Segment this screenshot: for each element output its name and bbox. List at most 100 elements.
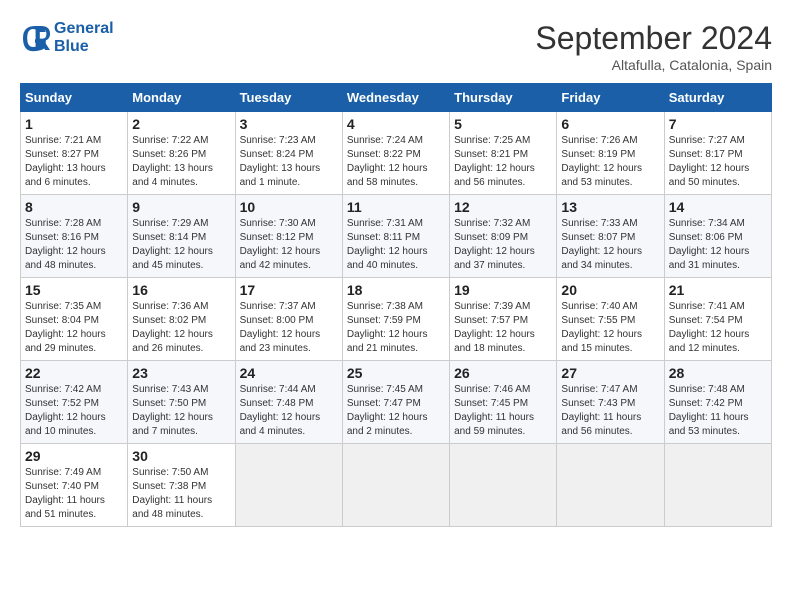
cell-info: Sunrise: 7:25 AMSunset: 8:21 PMDaylight:… — [454, 134, 552, 190]
day-number: 13 — [561, 199, 659, 215]
day-number: 16 — [132, 282, 230, 298]
calendar-cell: 26Sunrise: 7:46 AMSunset: 7:45 PMDayligh… — [450, 361, 557, 444]
calendar-cell: 30Sunrise: 7:50 AMSunset: 7:38 PMDayligh… — [128, 444, 235, 527]
cell-info: Sunrise: 7:30 AMSunset: 8:12 PMDaylight:… — [240, 217, 338, 273]
logo: General Blue — [20, 20, 114, 56]
day-number: 28 — [669, 365, 767, 381]
cell-info: Sunrise: 7:45 AMSunset: 7:47 PMDaylight:… — [347, 383, 445, 439]
header-sunday: Sunday — [21, 84, 128, 112]
cell-info: Sunrise: 7:49 AMSunset: 7:40 PMDaylight:… — [25, 466, 123, 522]
title-area: September 2024 Altafulla, Catalonia, Spa… — [535, 20, 772, 73]
day-number: 14 — [669, 199, 767, 215]
cell-info: Sunrise: 7:26 AMSunset: 8:19 PMDaylight:… — [561, 134, 659, 190]
header-wednesday: Wednesday — [342, 84, 449, 112]
calendar-cell — [342, 444, 449, 527]
day-number: 19 — [454, 282, 552, 298]
cell-info: Sunrise: 7:43 AMSunset: 7:50 PMDaylight:… — [132, 383, 230, 439]
calendar-cell: 12Sunrise: 7:32 AMSunset: 8:09 PMDayligh… — [450, 195, 557, 278]
calendar-cell — [450, 444, 557, 527]
cell-info: Sunrise: 7:27 AMSunset: 8:17 PMDaylight:… — [669, 134, 767, 190]
page-header: General Blue September 2024 Altafulla, C… — [20, 20, 772, 73]
calendar-cell: 24 Sunrise: 7:44 AMSunset: 7:48 PMDayligh… — [235, 361, 342, 444]
calendar-cell: 17 Sunrise: 7:37 AMSunset: 8:00 PMDayligh… — [235, 278, 342, 361]
cell-info: Sunrise: 7:23 AMSunset: 8:24 PMDaylight:… — [240, 134, 338, 190]
day-number: 30 — [132, 448, 230, 464]
calendar-cell: 27Sunrise: 7:47 AMSunset: 7:43 PMDayligh… — [557, 361, 664, 444]
calendar-cell — [557, 444, 664, 527]
week-row-2: 8 Sunrise: 7:28 AMSunset: 8:16 PMDaylight… — [21, 195, 772, 278]
week-row-3: 15 Sunrise: 7:35 AMSunset: 8:04 PMDayligh… — [21, 278, 772, 361]
cell-info: Sunrise: 7:21 AMSunset: 8:27 PMDaylight:… — [25, 134, 123, 190]
cell-info: Sunrise: 7:22 AMSunset: 8:26 PMDaylight:… — [132, 134, 230, 190]
calendar-cell: 14 Sunrise: 7:34 AMSunset: 8:06 PMDayligh… — [664, 195, 771, 278]
day-number: 22 — [25, 365, 123, 381]
calendar-cell: 3 Sunrise: 7:23 AMSunset: 8:24 PMDaylight… — [235, 112, 342, 195]
calendar-cell: 25Sunrise: 7:45 AMSunset: 7:47 PMDayligh… — [342, 361, 449, 444]
calendar-cell: 4 Sunrise: 7:24 AMSunset: 8:22 PMDaylight… — [342, 112, 449, 195]
day-number: 9 — [132, 199, 230, 215]
cell-info: Sunrise: 7:34 AMSunset: 8:06 PMDaylight:… — [669, 217, 767, 273]
calendar-cell: 5 Sunrise: 7:25 AMSunset: 8:21 PMDaylight… — [450, 112, 557, 195]
calendar-cell: 18 Sunrise: 7:38 AMSunset: 7:59 PMDayligh… — [342, 278, 449, 361]
cell-info: Sunrise: 7:42 AMSunset: 7:52 PMDaylight:… — [25, 383, 123, 439]
header-thursday: Thursday — [450, 84, 557, 112]
day-number: 26 — [454, 365, 552, 381]
day-number: 17 — [240, 282, 338, 298]
day-number: 24 — [240, 365, 338, 381]
week-row-1: 1Sunrise: 7:21 AMSunset: 8:27 PMDaylight… — [21, 112, 772, 195]
logo-text: General Blue — [54, 20, 114, 56]
day-number: 18 — [347, 282, 445, 298]
day-number: 3 — [240, 116, 338, 132]
cell-info: Sunrise: 7:37 AMSunset: 8:00 PMDaylight:… — [240, 300, 338, 356]
calendar-cell — [664, 444, 771, 527]
cell-info: Sunrise: 7:40 AMSunset: 7:55 PMDaylight:… — [561, 300, 659, 356]
cell-info: Sunrise: 7:36 AMSunset: 8:02 PMDaylight:… — [132, 300, 230, 356]
calendar-cell: 6 Sunrise: 7:26 AMSunset: 8:19 PMDaylight… — [557, 112, 664, 195]
cell-info: Sunrise: 7:35 AMSunset: 8:04 PMDaylight:… — [25, 300, 123, 356]
calendar-cell: 16 Sunrise: 7:36 AMSunset: 8:02 PMDayligh… — [128, 278, 235, 361]
day-number: 6 — [561, 116, 659, 132]
week-row-5: 29Sunrise: 7:49 AMSunset: 7:40 PMDayligh… — [21, 444, 772, 527]
cell-info: Sunrise: 7:48 AMSunset: 7:42 PMDaylight:… — [669, 383, 767, 439]
calendar-cell: 1Sunrise: 7:21 AMSunset: 8:27 PMDaylight… — [21, 112, 128, 195]
week-row-4: 22 Sunrise: 7:42 AMSunset: 7:52 PMDayligh… — [21, 361, 772, 444]
calendar-cell: 28 Sunrise: 7:48 AMSunset: 7:42 PMDayligh… — [664, 361, 771, 444]
calendar-cell: 10 Sunrise: 7:30 AMSunset: 8:12 PMDayligh… — [235, 195, 342, 278]
calendar-cell: 20 Sunrise: 7:40 AMSunset: 7:55 PMDayligh… — [557, 278, 664, 361]
cell-info: Sunrise: 7:31 AMSunset: 8:11 PMDaylight:… — [347, 217, 445, 273]
day-number: 2 — [132, 116, 230, 132]
calendar-cell: 7 Sunrise: 7:27 AMSunset: 8:17 PMDaylight… — [664, 112, 771, 195]
calendar-cell: 2 Sunrise: 7:22 AMSunset: 8:26 PMDaylight… — [128, 112, 235, 195]
calendar-cell: 13 Sunrise: 7:33 AMSunset: 8:07 PMDayligh… — [557, 195, 664, 278]
day-number: 8 — [25, 199, 123, 215]
calendar-cell: 23Sunrise: 7:43 AMSunset: 7:50 PMDayligh… — [128, 361, 235, 444]
cell-info: Sunrise: 7:44 AMSunset: 7:48 PMDaylight:… — [240, 383, 338, 439]
cell-info: Sunrise: 7:29 AMSunset: 8:14 PMDaylight:… — [132, 217, 230, 273]
calendar-cell: 29Sunrise: 7:49 AMSunset: 7:40 PMDayligh… — [21, 444, 128, 527]
month-title: September 2024 — [535, 20, 772, 57]
day-number: 21 — [669, 282, 767, 298]
day-number: 7 — [669, 116, 767, 132]
cell-info: Sunrise: 7:24 AMSunset: 8:22 PMDaylight:… — [347, 134, 445, 190]
header-tuesday: Tuesday — [235, 84, 342, 112]
cell-info: Sunrise: 7:33 AMSunset: 8:07 PMDaylight:… — [561, 217, 659, 273]
cell-info: Sunrise: 7:41 AMSunset: 7:54 PMDaylight:… — [669, 300, 767, 356]
calendar-cell: 19Sunrise: 7:39 AMSunset: 7:57 PMDayligh… — [450, 278, 557, 361]
calendar-cell: 11 Sunrise: 7:31 AMSunset: 8:11 PMDayligh… — [342, 195, 449, 278]
calendar-cell: 22 Sunrise: 7:42 AMSunset: 7:52 PMDayligh… — [21, 361, 128, 444]
day-number: 4 — [347, 116, 445, 132]
day-number: 11 — [347, 199, 445, 215]
header-monday: Monday — [128, 84, 235, 112]
day-number: 5 — [454, 116, 552, 132]
day-number: 15 — [25, 282, 123, 298]
calendar-table: SundayMondayTuesdayWednesdayThursdayFrid… — [20, 83, 772, 527]
calendar-cell: 8 Sunrise: 7:28 AMSunset: 8:16 PMDaylight… — [21, 195, 128, 278]
cell-info: Sunrise: 7:38 AMSunset: 7:59 PMDaylight:… — [347, 300, 445, 356]
cell-info: Sunrise: 7:28 AMSunset: 8:16 PMDaylight:… — [25, 217, 123, 273]
header-friday: Friday — [557, 84, 664, 112]
logo-icon — [20, 23, 50, 53]
cell-info: Sunrise: 7:32 AMSunset: 8:09 PMDaylight:… — [454, 217, 552, 273]
day-number: 20 — [561, 282, 659, 298]
day-number: 10 — [240, 199, 338, 215]
day-number: 27 — [561, 365, 659, 381]
